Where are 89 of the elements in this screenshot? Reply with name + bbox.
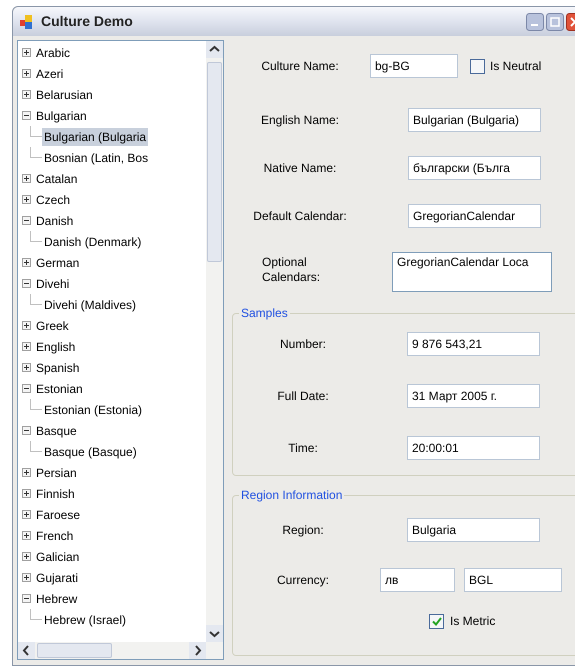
horizontal-scrollbar[interactable] — [18, 642, 223, 659]
scroll-up-icon[interactable] — [206, 41, 223, 58]
text-field[interactable]: 31 Март 2005 г. — [407, 384, 540, 408]
maximize-icon[interactable] — [546, 12, 564, 30]
tree-item[interactable]: Danish — [34, 212, 76, 230]
field-label: Default Calendar: — [252, 208, 348, 225]
field-label: Culture Name: — [260, 58, 340, 75]
tree-item[interactable]: Divehi (Maldives) — [42, 296, 138, 314]
tree-item[interactable]: Galician — [34, 548, 82, 566]
field-label: Time: — [287, 440, 319, 457]
checkbox-label: Is Neutral — [490, 58, 542, 75]
tree-item[interactable]: Catalan — [34, 170, 80, 188]
scroll-left-icon[interactable] — [18, 642, 35, 659]
text-field[interactable]: 20:00:01 — [407, 436, 540, 460]
tree-item[interactable]: Persian — [34, 464, 79, 482]
tree-item[interactable]: Hebrew — [34, 590, 80, 608]
tree-item[interactable]: Arabic — [34, 44, 72, 62]
text-field[interactable]: 9 876 543,21 — [407, 332, 540, 356]
tree-item[interactable]: Danish (Denmark) — [42, 232, 144, 250]
expand-icon[interactable] — [22, 573, 31, 582]
checkbox[interactable] — [429, 614, 444, 628]
collapse-icon[interactable] — [22, 594, 31, 603]
expand-icon[interactable] — [22, 321, 31, 330]
expand-icon[interactable] — [22, 69, 31, 78]
tree-item[interactable]: Basque — [34, 422, 79, 440]
tree-item[interactable]: Estonian (Estonia) — [42, 400, 144, 418]
expand-icon[interactable] — [22, 531, 31, 540]
tree-item[interactable]: Faroese — [34, 506, 82, 524]
expand-icon[interactable] — [22, 174, 31, 183]
expand-icon[interactable] — [22, 363, 31, 372]
tree-item[interactable]: Czech — [34, 190, 72, 208]
tree-item[interactable]: Basque (Basque) — [42, 442, 139, 460]
tree-item[interactable]: Greek — [34, 316, 71, 334]
expand-icon[interactable] — [22, 510, 31, 519]
tree-item[interactable]: Azeri — [34, 64, 66, 82]
text-field[interactable]: Bulgarian (Bulgaria) — [408, 108, 541, 132]
tree-item[interactable]: German — [34, 254, 82, 272]
app-icon — [19, 14, 35, 30]
checkbox[interactable] — [470, 58, 485, 74]
tree-item[interactable]: Hebrew (Israel) — [42, 610, 128, 628]
text-field[interactable]: лв — [380, 568, 455, 592]
checkbox-label: Is Metric — [450, 613, 496, 630]
group-title: Region Information — [240, 487, 344, 504]
tree-item[interactable]: Gujarati — [34, 568, 80, 586]
field-label: Number: — [278, 336, 327, 353]
text-field[interactable]: български (Бълга — [408, 156, 541, 180]
field-label: Native Name: — [262, 160, 338, 177]
collapse-icon[interactable] — [22, 216, 31, 225]
expand-icon[interactable] — [22, 489, 31, 498]
window-title: Culture Demo — [41, 12, 133, 31]
tree-item[interactable]: Bosnian (Latin, Bos — [42, 148, 150, 166]
collapse-icon[interactable] — [22, 426, 31, 435]
collapse-icon[interactable] — [22, 279, 31, 288]
field-label: Optional Calendars: — [262, 254, 322, 285]
expand-icon[interactable] — [22, 258, 31, 267]
field-label: Region: — [281, 522, 325, 539]
text-area[interactable]: GregorianCalendar Loca — [392, 252, 552, 292]
text-field[interactable]: bg-BG — [370, 54, 458, 78]
text-field[interactable]: Bulgaria — [407, 518, 540, 542]
tree-item[interactable]: Bulgarian (Bulgaria — [42, 128, 148, 146]
tree-item[interactable]: English — [34, 338, 78, 356]
tree-item[interactable]: Belarusian — [34, 86, 95, 104]
collapse-icon[interactable] — [22, 384, 31, 393]
field-label: Currency: — [276, 572, 330, 589]
tree-item[interactable]: Spanish — [34, 358, 82, 376]
minimize-icon[interactable] — [526, 12, 544, 30]
field-label: Full Date: — [276, 388, 330, 405]
scroll-down-icon[interactable] — [206, 625, 223, 642]
checkmark-icon — [432, 616, 442, 626]
tree-item[interactable]: Estonian — [34, 380, 85, 398]
scroll-right-icon[interactable] — [189, 642, 206, 659]
tree-item[interactable]: Bulgarian — [34, 106, 89, 124]
expand-icon[interactable] — [22, 552, 31, 561]
tree-item[interactable]: Divehi — [34, 274, 72, 292]
expand-icon[interactable] — [22, 195, 31, 204]
expand-icon[interactable] — [22, 342, 31, 351]
group-title: Samples — [240, 305, 289, 322]
field-label: English Name: — [260, 112, 340, 129]
tree-item[interactable]: Finnish — [34, 484, 77, 502]
scrollbar-thumb[interactable] — [207, 62, 222, 262]
collapse-icon[interactable] — [22, 111, 31, 120]
tree-item[interactable]: French — [34, 526, 76, 544]
text-field[interactable]: BGL — [464, 568, 562, 592]
vertical-scrollbar[interactable] — [206, 41, 223, 642]
expand-icon[interactable] — [22, 90, 31, 99]
expand-icon[interactable] — [22, 468, 31, 477]
text-field[interactable]: GregorianCalendar — [408, 204, 541, 228]
scrollbar-thumb[interactable] — [37, 643, 112, 658]
expand-icon[interactable] — [22, 48, 31, 57]
